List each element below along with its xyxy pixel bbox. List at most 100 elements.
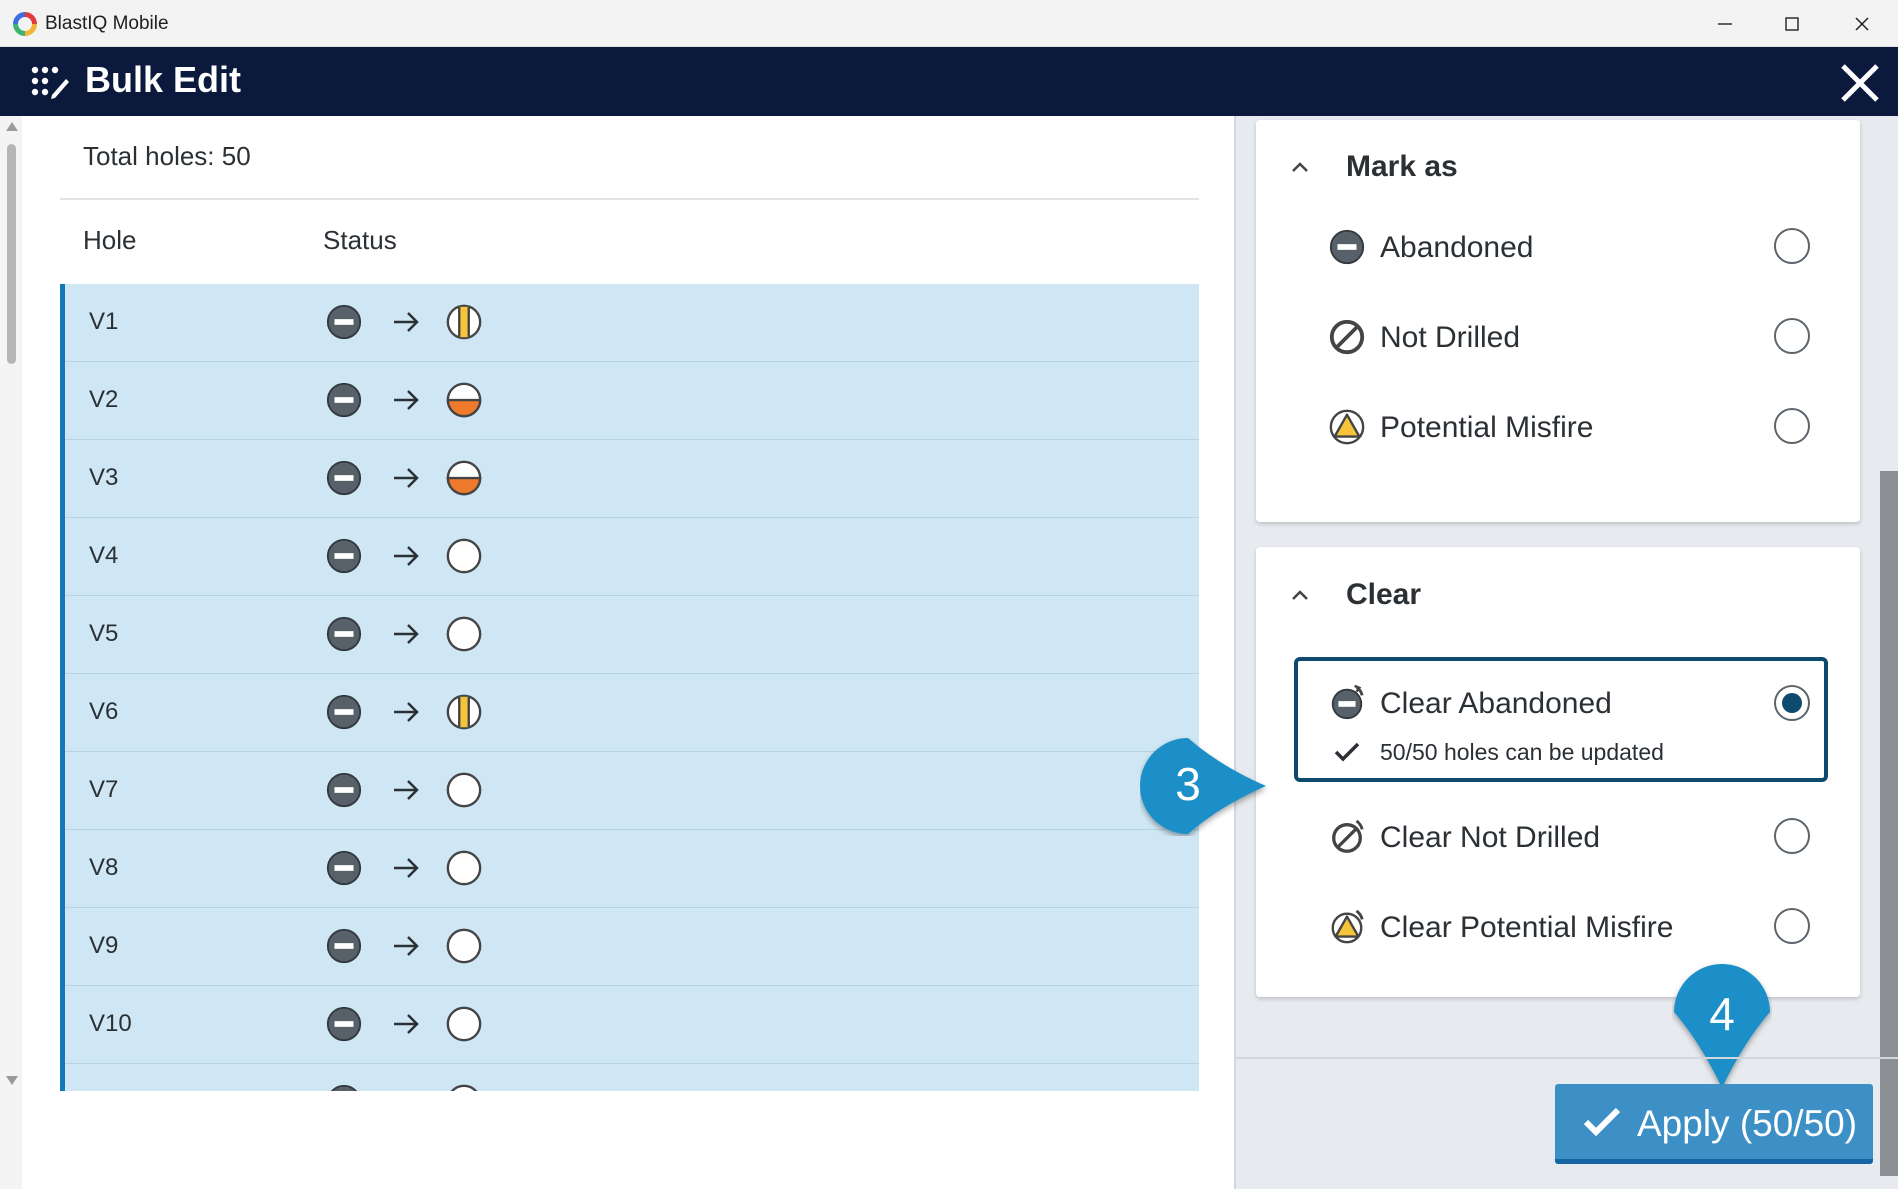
scroll-up-icon[interactable] (6, 122, 18, 131)
half-orange-icon (446, 382, 482, 418)
scrollbar-thumb[interactable] (1880, 471, 1898, 1176)
maximize-icon (1785, 16, 1799, 31)
arrow-right-icon (394, 936, 419, 956)
abandoned-icon (326, 1006, 362, 1042)
option-label: Not Drilled (1380, 321, 1521, 354)
column-header-hole: Hole (83, 225, 137, 255)
page-title: Bulk Edit (85, 59, 242, 100)
abandoned-icon (326, 538, 362, 574)
abandoned-icon (326, 772, 362, 808)
primed-yellow-icon (446, 694, 482, 730)
hole-id: V5 (89, 620, 119, 647)
hole-id: V3 (89, 464, 119, 491)
hole-id: V7 (89, 776, 119, 803)
divider (60, 198, 1199, 200)
empty-hole-icon (450, 1084, 478, 1091)
clear-abandoned-icon (1331, 684, 1364, 720)
chevron-up-icon[interactable] (1288, 156, 1312, 180)
table-row[interactable]: V5 (65, 596, 1199, 674)
table-row[interactable]: V3 (65, 440, 1199, 518)
option-label: Potential Misfire (1380, 411, 1594, 444)
table-row[interactable]: V1 (65, 284, 1199, 362)
step-4-callout: 4 (1674, 964, 1770, 1088)
column-header-status: Status (323, 225, 397, 255)
arrow-right-icon (391, 1087, 421, 1091)
empty-hole-icon (446, 772, 482, 808)
half-orange-icon (446, 460, 482, 496)
radio-abandoned[interactable] (1774, 228, 1810, 264)
empty-hole-icon (446, 1006, 482, 1042)
scrollbar[interactable] (0, 116, 22, 1189)
arrow-right-icon (394, 312, 419, 332)
radio-potential-misfire[interactable] (1774, 408, 1810, 444)
minimize-button[interactable] (1695, 0, 1755, 47)
chevron-up-icon[interactable] (1288, 584, 1312, 608)
app-header: Bulk Edit (0, 47, 1898, 116)
hole-id: V1 (89, 308, 119, 335)
section-title-mark-as: Mark as (1346, 150, 1458, 183)
option-potential-misfire[interactable]: Potential Misfire (1256, 387, 1860, 467)
mark-as-section: Mark as Abandoned Not Drilled Potential … (1256, 120, 1860, 522)
abandoned-icon (326, 928, 362, 964)
table-row[interactable]: V6 (65, 674, 1199, 752)
apply-button[interactable]: Apply (50/50) (1555, 1084, 1873, 1164)
option-label: Clear Abandoned (1380, 687, 1612, 720)
close-dialog-icon[interactable] (1838, 61, 1882, 105)
hole-id: V9 (89, 932, 119, 959)
abandoned-icon (326, 382, 362, 418)
scrollbar-thumb[interactable] (7, 144, 16, 364)
bulk-edit-icon[interactable] (30, 65, 70, 99)
option-abandoned[interactable]: Abandoned (1256, 207, 1860, 287)
abandoned-icon (326, 616, 362, 652)
app-logo-icon (13, 12, 37, 36)
table-row[interactable]: V2 (65, 362, 1199, 440)
total-holes-label: Total holes: 50 (83, 141, 251, 171)
abandoned-icon (326, 694, 362, 730)
radio-clear-potential-misfire[interactable] (1774, 908, 1810, 944)
maximize-button[interactable] (1762, 0, 1822, 47)
bulk-actions-panel: Mark as Abandoned Not Drilled Potential … (1234, 116, 1898, 1189)
close-icon (1855, 16, 1869, 31)
radio-not-drilled[interactable] (1774, 318, 1810, 354)
scroll-down-icon[interactable] (6, 1076, 18, 1085)
option-clear-potential-misfire[interactable]: Clear Potential Misfire (1256, 887, 1860, 967)
close-window-button[interactable] (1832, 0, 1892, 47)
arrow-right-icon (394, 780, 419, 800)
table-row[interactable] (65, 1064, 1199, 1091)
window-titlebar: BlastIQ Mobile (0, 0, 1898, 47)
arrow-right-icon (394, 702, 419, 722)
hole-id: V6 (89, 698, 119, 725)
table-row[interactable]: V8 (65, 830, 1199, 908)
table-row[interactable]: V9 (65, 908, 1199, 986)
table-row[interactable]: V7 (65, 752, 1199, 830)
option-clear-not-drilled[interactable]: Clear Not Drilled (1256, 797, 1860, 877)
check-icon (1334, 742, 1360, 762)
abandoned-icon (330, 1084, 358, 1091)
radio-clear-abandoned[interactable] (1774, 685, 1810, 721)
divider (1234, 1057, 1898, 1059)
arrow-right-icon (394, 1014, 419, 1034)
holes-list-panel: Total holes: 50 Hole Status V1 V2 V3 V4 V5 V6… (0, 116, 1234, 1189)
app-name: BlastIQ Mobile (45, 13, 169, 34)
abandoned-icon (326, 850, 362, 886)
primed-yellow-icon (446, 304, 482, 340)
abandoned-icon (1329, 229, 1365, 265)
option-label: Clear Not Drilled (1380, 821, 1601, 854)
potential-misfire-icon (1329, 409, 1365, 445)
hole-id: V4 (89, 542, 119, 569)
table-row[interactable]: V10 (65, 986, 1199, 1064)
clear-potential-misfire-icon (1331, 909, 1364, 944)
hole-id: V2 (89, 386, 119, 413)
radio-clear-not-drilled[interactable] (1774, 818, 1810, 854)
holes-table: V1 V2 V3 V4 V5 V6 V7 V8 V9 V10 (60, 284, 1199, 1091)
option-clear-abandoned[interactable]: Clear Abandoned 50/50 holes can be updat… (1294, 657, 1828, 782)
check-icon (1583, 1107, 1621, 1137)
hole-id: V8 (89, 854, 119, 881)
minimize-icon (1718, 22, 1732, 25)
step-4-number: 4 (1709, 988, 1735, 1040)
table-row[interactable]: V4 (65, 518, 1199, 596)
empty-hole-icon (446, 928, 482, 964)
option-not-drilled[interactable]: Not Drilled (1256, 297, 1860, 377)
step-3-number: 3 (1175, 758, 1201, 810)
arrow-right-icon (394, 858, 419, 878)
